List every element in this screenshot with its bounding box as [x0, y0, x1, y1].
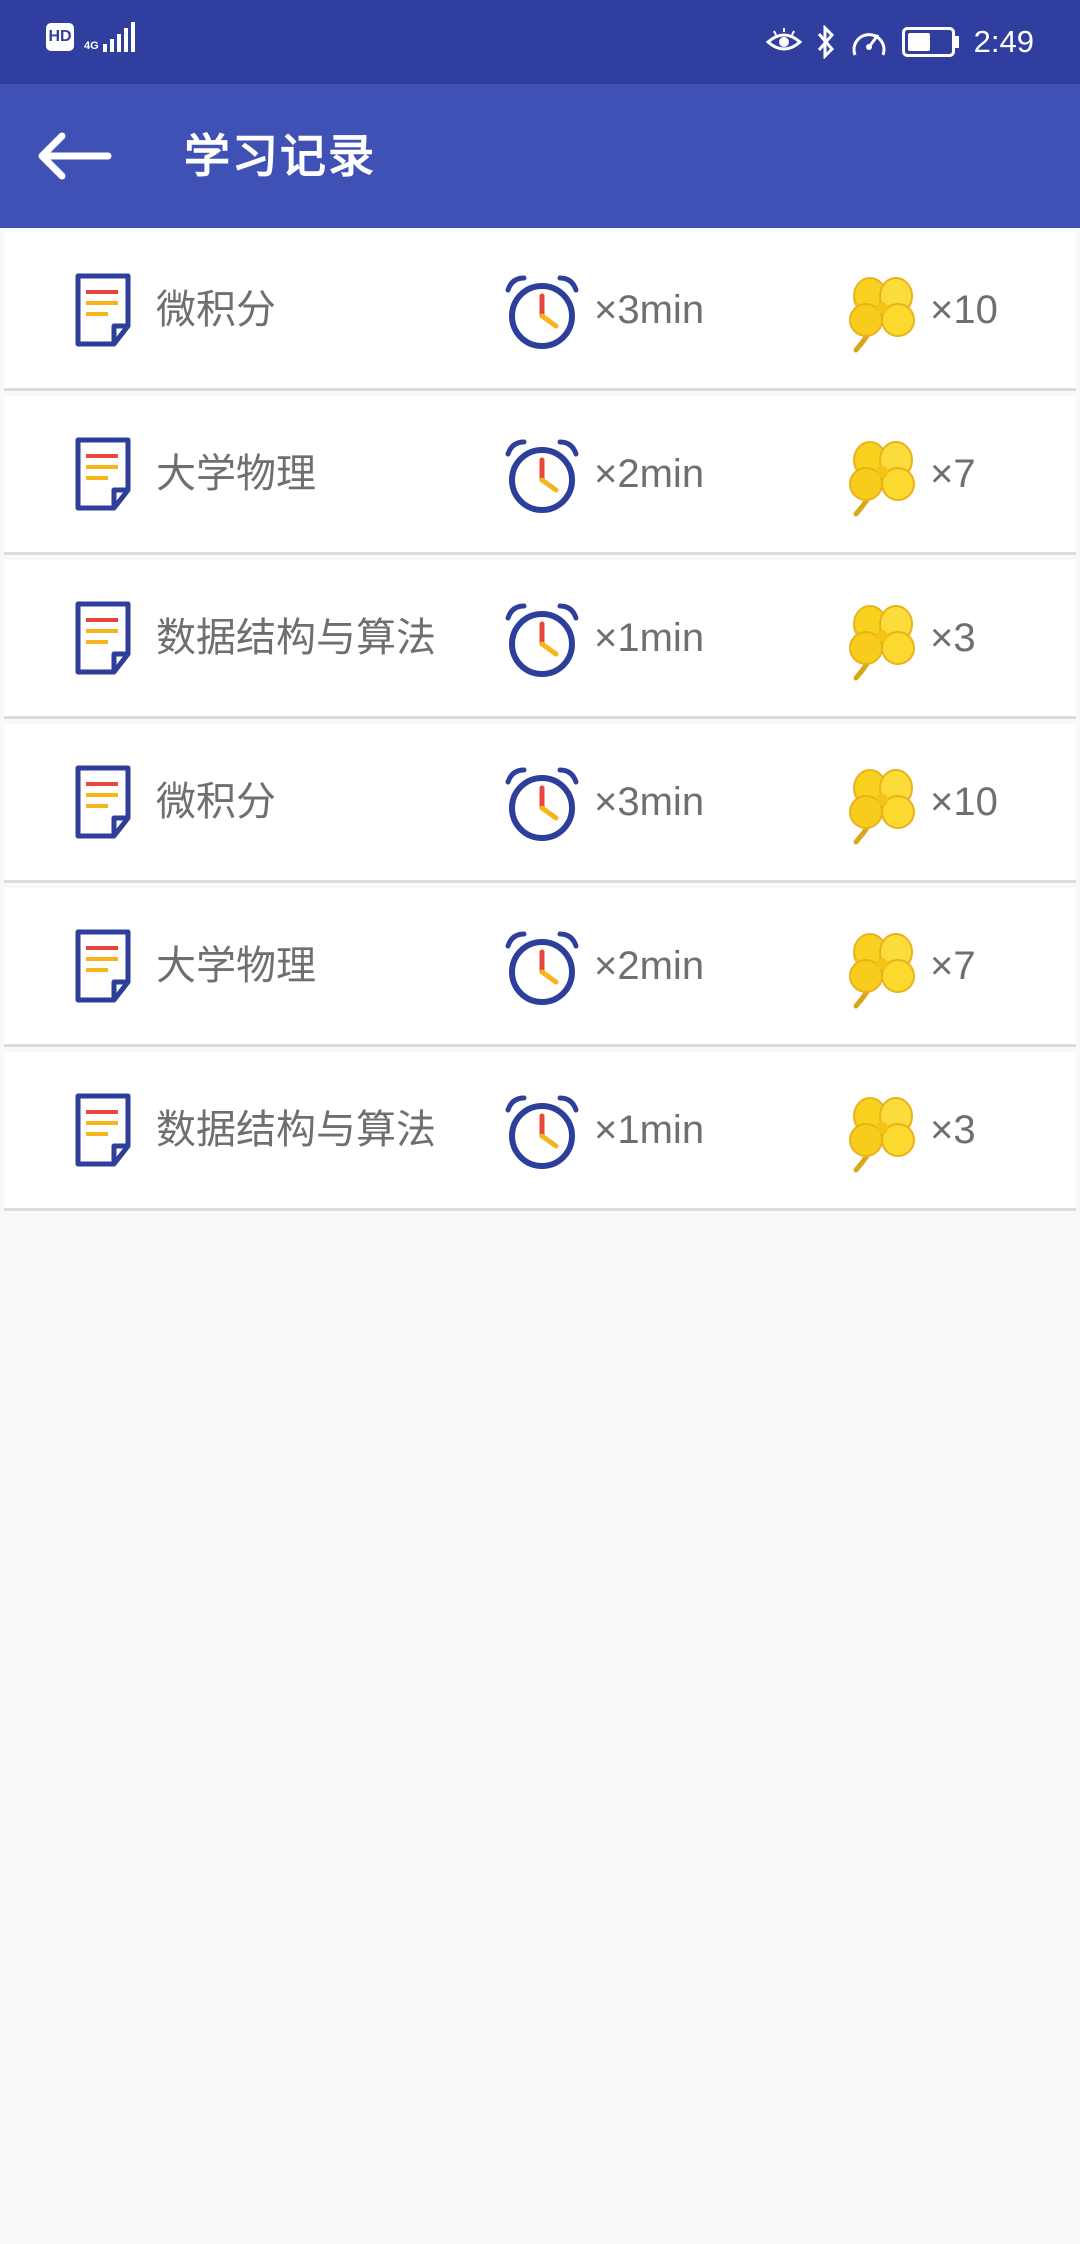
- document-icon: [75, 1093, 131, 1167]
- record-row[interactable]: 微积分 ×3min ×10: [4, 724, 1076, 880]
- record-subject: 大学物理: [156, 451, 316, 497]
- record-points: ×3: [930, 616, 976, 660]
- record-duration: ×2min: [594, 944, 705, 988]
- alarm-clock-icon: [505, 931, 579, 1005]
- four-leaf-clover-icon: [849, 769, 915, 845]
- arrow-left-icon: [38, 132, 112, 180]
- network-indicator: 4G: [84, 22, 137, 52]
- record-row[interactable]: 大学物理 ×2min ×7: [4, 396, 1076, 552]
- record-points: ×7: [930, 452, 976, 496]
- record-duration: ×3min: [594, 288, 705, 332]
- four-leaf-clover-icon: [849, 933, 915, 1009]
- status-left: HD 4G: [46, 22, 137, 52]
- four-leaf-clover-icon: [849, 277, 915, 353]
- record-duration: ×1min: [594, 1108, 705, 1152]
- record-subject: 大学物理: [156, 943, 316, 989]
- record-points: ×10: [930, 780, 998, 824]
- four-leaf-clover-icon: [849, 605, 915, 681]
- alarm-clock-icon: [505, 603, 579, 677]
- network-type-label: 4G: [84, 40, 99, 52]
- record-row[interactable]: 数据结构与算法 ×1min ×3: [4, 1052, 1076, 1208]
- document-icon: [75, 929, 131, 1003]
- signal-icon: [102, 22, 135, 52]
- speed-meter-icon: [852, 33, 886, 56]
- record-points: ×7: [930, 944, 976, 988]
- status-time: 2:49: [973, 24, 1034, 59]
- record-subject: 数据结构与算法: [156, 615, 436, 661]
- record-subject: 微积分: [156, 779, 276, 825]
- bluetooth-icon: [817, 25, 834, 59]
- alarm-clock-icon: [505, 275, 579, 349]
- hd-icon: HD: [46, 23, 74, 51]
- page-title: 学习记录: [184, 129, 376, 183]
- record-subject: 数据结构与算法: [156, 1107, 436, 1153]
- four-leaf-clover-icon: [849, 1097, 915, 1173]
- status-right: 2:49: [765, 18, 1034, 66]
- document-icon: [75, 437, 131, 511]
- record-duration: ×2min: [594, 452, 705, 496]
- record-row[interactable]: 微积分 ×3min ×10: [4, 232, 1076, 388]
- record-points: ×10: [930, 288, 998, 332]
- record-duration: ×1min: [594, 616, 705, 660]
- app-bar: 学习记录: [0, 84, 1080, 228]
- document-icon: [75, 601, 131, 675]
- document-icon: [75, 765, 131, 839]
- record-list: 微积分 ×3min ×10 大学物理 ×2min ×7 数据结构与算法 ×1mi…: [0, 228, 1080, 1216]
- eye-comfort-icon: [765, 28, 802, 51]
- record-row[interactable]: 数据结构与算法 ×1min ×3: [4, 560, 1076, 716]
- back-button[interactable]: [26, 118, 122, 194]
- four-leaf-clover-icon: [849, 441, 915, 517]
- record-duration: ×3min: [594, 780, 705, 824]
- record-subject: 微积分: [156, 287, 276, 333]
- battery-icon: [901, 27, 959, 57]
- alarm-clock-icon: [505, 1095, 579, 1169]
- status-bar: HD 4G 2:49: [0, 0, 1080, 84]
- alarm-clock-icon: [505, 767, 579, 841]
- document-icon: [75, 273, 131, 347]
- record-points: ×3: [930, 1108, 976, 1152]
- alarm-clock-icon: [505, 439, 579, 513]
- record-row[interactable]: 大学物理 ×2min ×7: [4, 888, 1076, 1044]
